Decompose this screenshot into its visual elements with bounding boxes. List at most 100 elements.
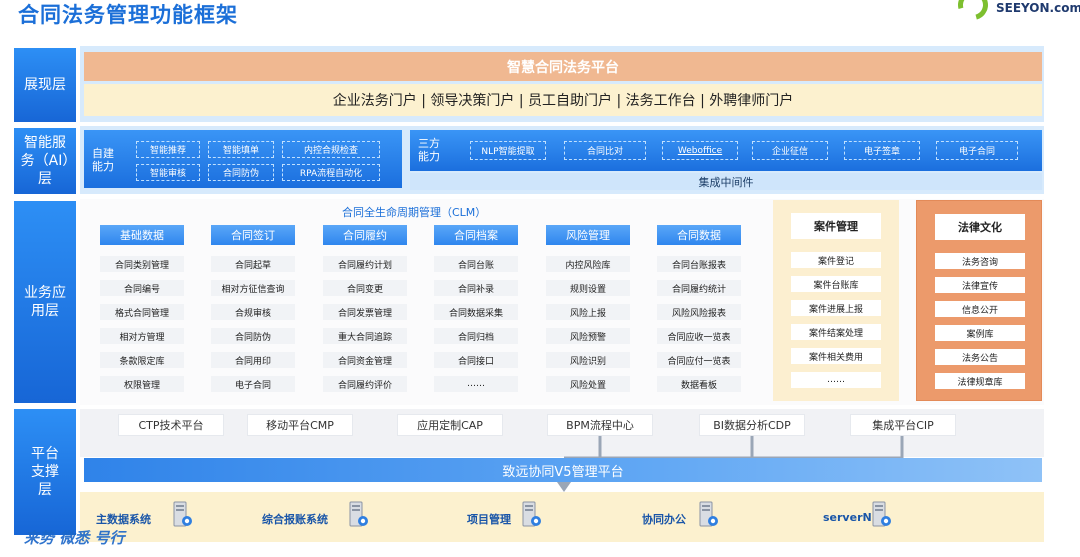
ai-chip-anti-counterfeit[interactable]: 合同防伪 [208,164,274,181]
clm-column-item[interactable]: 合同用印 [211,352,295,368]
clm-column-item[interactable]: 风险预警 [546,328,630,344]
ai-chip-rpa[interactable]: RPA流程自动化 [282,164,380,181]
clm-column-head[interactable]: 风险管理 [546,225,630,245]
legal-culture-item[interactable]: 法律规章库 [935,373,1025,389]
ai-chip-nlp[interactable]: NLP智能提取 [470,141,546,160]
watermark: 来势 微悉 号行 [24,529,125,547]
clm-column-item[interactable]: 风险处置 [546,376,630,392]
clm-column-item[interactable]: 合同应收一览表 [657,328,741,344]
third-party-capabilities: 三方能力 NLP智能提取 合同比对 Weboffice 企业征信 电子签章 电子… [410,130,1042,171]
seeyon-logo: SEEYON.com [952,0,1080,26]
clm-column-item[interactable]: 数据看板 [657,376,741,392]
layer-label-platform: 平台支撑层 [14,409,76,535]
logo-brand-text: SEEYON.com [996,1,1080,15]
clm-column-item[interactable]: 风险识别 [546,352,630,368]
v5-platform-bar: 致远协同V5管理平台 [84,458,1042,482]
clm-column-item[interactable]: 电子合同 [211,376,295,392]
clm-column-item[interactable]: 格式合同管理 [100,304,184,320]
clm-column-item[interactable]: 合同起草 [211,256,295,272]
platform-ctp[interactable]: CTP技术平台 [118,414,224,436]
clm-column-item[interactable]: 合同数据采集 [434,304,518,320]
system-label[interactable]: 协同办公 [642,511,686,527]
clm-column-head[interactable]: 合同档案 [434,225,518,245]
legal-culture-head: 法律文化 [935,214,1025,240]
clm-column-head[interactable]: 合同履约 [323,225,407,245]
clm-column-item[interactable]: 合同接口 [434,352,518,368]
clm-column-item[interactable]: 合同编号 [100,280,184,296]
portals-bar: 企业法务门户 | 领导决策门户 | 员工自助门户 | 法务工作台 | 外聘律师门… [84,84,1042,116]
middleware-bar: 集成中间件 [410,173,1042,190]
systems-band [80,492,1044,542]
layer-label-text: 智能服务（AI）层 [20,135,70,187]
clm-column-head[interactable]: 合同签订 [211,225,295,245]
clm-title: 合同全生命周期管理（CLM） [342,206,487,219]
system-label[interactable]: 项目管理 [467,511,511,527]
clm-column-item[interactable]: 合同归档 [434,328,518,344]
clm-column-item[interactable]: 规则设置 [546,280,630,296]
clm-column-head[interactable]: 基础数据 [100,225,184,245]
clm-column-item[interactable]: 合同补录 [434,280,518,296]
layer-label-business: 业务应用层 [14,201,76,403]
clm-column-head[interactable]: 合同数据 [657,225,741,245]
legal-culture-item[interactable]: 信息公开 [935,301,1025,317]
ai-chip-e-contract[interactable]: 电子合同 [936,141,1018,160]
layer-label-text: 业务应用层 [24,285,66,319]
platform-name-bar: 智慧合同法务平台 [84,52,1042,81]
case-item[interactable]: 案件进展上报 [791,300,881,316]
clm-column-item[interactable]: 合同类别管理 [100,256,184,272]
case-item[interactable]: 案件登记 [791,252,881,268]
ai-chip-e-signature[interactable]: 电子签章 [844,141,920,160]
ai-chip-weboffice[interactable]: Weboffice [662,141,738,160]
clm-column-item[interactable]: 合同履约评价 [323,376,407,392]
case-item[interactable]: 案件台账库 [791,276,881,292]
clm-column-item[interactable]: …… [434,376,518,392]
third-party-label: 三方能力 [418,137,440,163]
ai-chip-credit[interactable]: 企业征信 [752,141,828,160]
clm-column-item[interactable]: 合同资金管理 [323,352,407,368]
case-management-head: 案件管理 [791,213,881,239]
legal-culture-item[interactable]: 法务公告 [935,349,1025,365]
clm-column-item[interactable]: 合同台账 [434,256,518,272]
clm-column-item[interactable]: 相对方征信查询 [211,280,295,296]
ai-chip-smart-recommend[interactable]: 智能推荐 [136,141,200,158]
self-built-label: 自建能力 [92,147,114,173]
platform-bi[interactable]: BI数据分析CDP [699,414,805,436]
server-icon [871,501,891,529]
ai-chip-compliance-check[interactable]: 内控合规检查 [282,141,380,158]
ai-chip-contract-compare[interactable]: 合同比对 [564,141,646,160]
clm-column-item[interactable]: 合同变更 [323,280,407,296]
clm-column-item[interactable]: 重大合同追踪 [323,328,407,344]
clm-column-item[interactable]: 风险上报 [546,304,630,320]
case-item[interactable]: 案件结案处理 [791,324,881,340]
server-icon [348,501,368,529]
system-label[interactable]: 主数据系统 [96,511,151,527]
legal-culture-item[interactable]: 案例库 [935,325,1025,341]
clm-column-item[interactable]: 合同应付一览表 [657,352,741,368]
system-label[interactable]: 综合报账系统 [262,511,328,527]
clm-column-item[interactable]: 合同履约计划 [323,256,407,272]
case-item[interactable]: 案件相关费用 [791,348,881,364]
server-icon [521,501,541,529]
clm-column-item[interactable]: 相对方管理 [100,328,184,344]
clm-column-item[interactable]: 权限管理 [100,376,184,392]
clm-column-item[interactable]: 条款限定库 [100,352,184,368]
clm-column-item[interactable]: 合规审核 [211,304,295,320]
clm-column-item[interactable]: 内控风险库 [546,256,630,272]
legal-culture-item[interactable]: 法务咨询 [935,253,1025,269]
platform-cap[interactable]: 应用定制CAP [397,414,503,436]
ai-chip-smart-fill[interactable]: 智能填单 [208,141,274,158]
legal-culture-item[interactable]: 法律宣传 [935,277,1025,293]
platform-cip[interactable]: 集成平台CIP [850,414,956,436]
clm-column-item[interactable]: 合同台账报表 [657,256,741,272]
case-item[interactable]: …… [791,372,881,388]
clm-column-item[interactable]: 风险风险报表 [657,304,741,320]
platform-bpm[interactable]: BPM流程中心 [547,414,653,436]
clm-column-item[interactable]: 合同防伪 [211,328,295,344]
layer-label-text: 平台支撑层 [31,446,59,498]
platform-cmp[interactable]: 移动平台CMP [247,414,353,436]
clm-column-item[interactable]: 合同发票管理 [323,304,407,320]
system-label[interactable]: serverN [823,511,872,524]
server-icon [698,501,718,529]
ai-chip-smart-review[interactable]: 智能审核 [136,164,200,181]
clm-column-item[interactable]: 合同履约统计 [657,280,741,296]
